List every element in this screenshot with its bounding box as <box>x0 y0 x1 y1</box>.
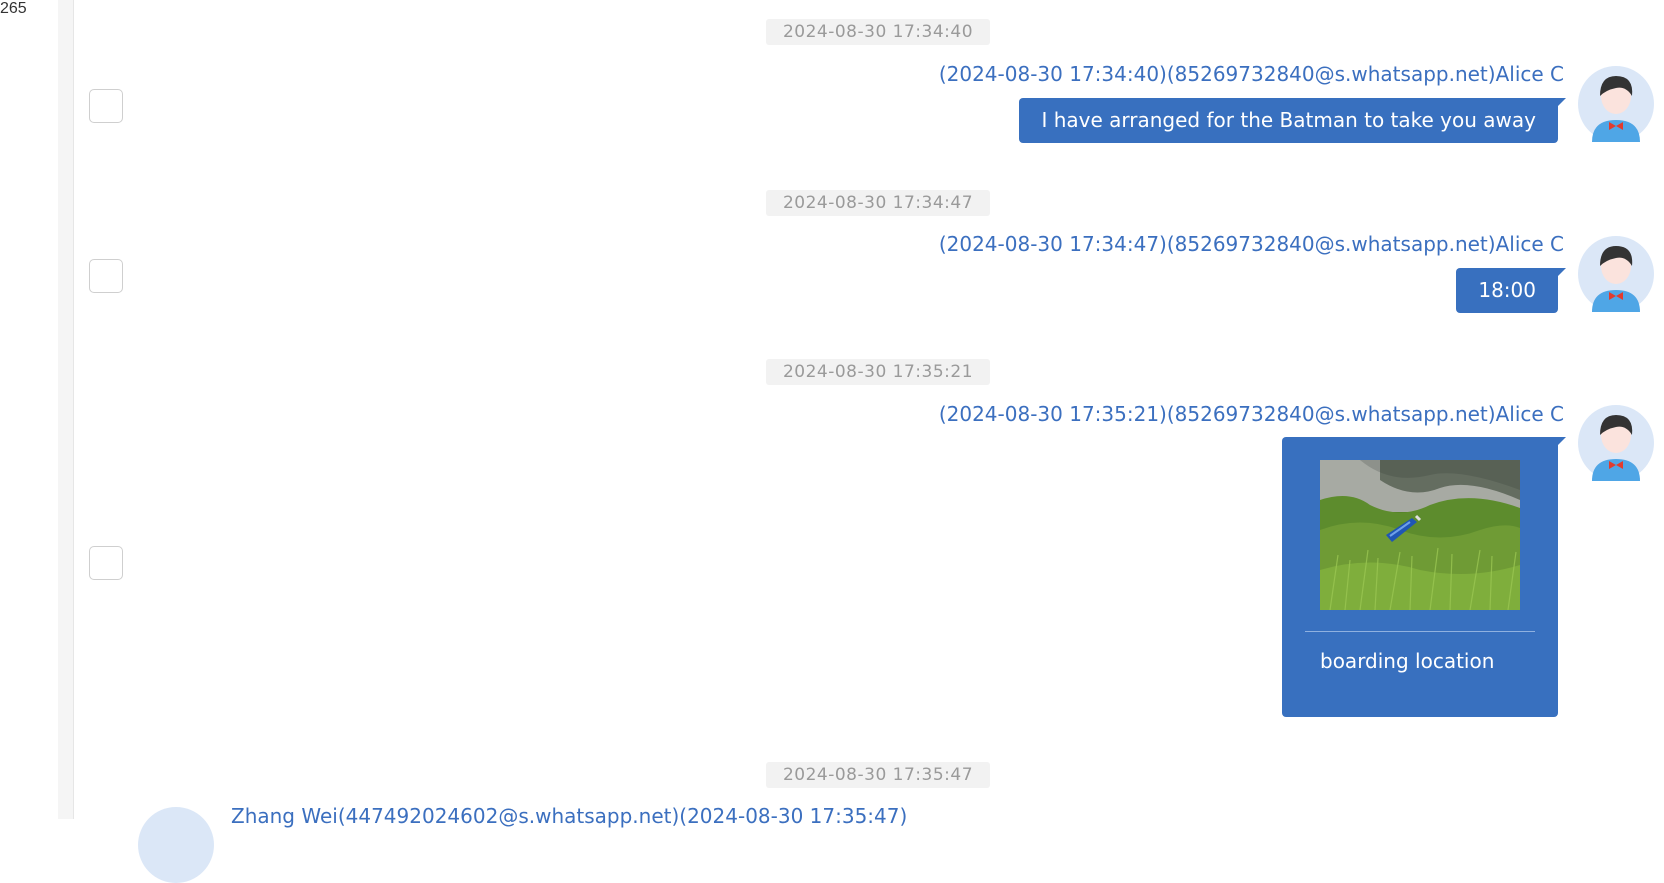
left-panel: 265 <box>0 0 58 819</box>
message-sender-meta: Zhang Wei(447492024602@s.whatsapp.net)(2… <box>231 804 908 828</box>
message-select-checkbox[interactable] <box>89 89 123 123</box>
message-text: I have arranged for the Batman to take y… <box>1041 108 1536 132</box>
conversation-count: 265 <box>0 0 27 17</box>
avatar-icon[interactable] <box>138 807 214 883</box>
message-sender-meta: (2024-08-30 17:35:21)(85269732840@s.what… <box>938 402 1564 426</box>
panel-divider[interactable] <box>58 0 74 819</box>
caption-divider <box>1305 631 1535 632</box>
image-message-bubble[interactable]: boarding location <box>1282 437 1566 717</box>
message-sender-meta: (2024-08-30 17:34:47)(85269732840@s.what… <box>938 232 1564 256</box>
message-timestamp: 2024-08-30 17:34:40 <box>766 19 990 45</box>
message-text: 18:00 <box>1478 278 1536 302</box>
message-select-checkbox[interactable] <box>89 546 123 580</box>
message-bubble[interactable]: I have arranged for the Batman to take y… <box>1019 98 1566 143</box>
message-sender-meta: (2024-08-30 17:34:40)(85269732840@s.what… <box>938 62 1564 86</box>
avatar-icon[interactable] <box>1578 66 1654 142</box>
message-timestamp: 2024-08-30 17:35:21 <box>766 359 990 385</box>
message-bubble[interactable]: 18:00 <box>1456 268 1566 313</box>
image-caption: boarding location <box>1320 649 1495 673</box>
message-select-checkbox[interactable] <box>89 259 123 293</box>
attached-photo[interactable] <box>1320 460 1520 610</box>
message-timestamp: 2024-08-30 17:35:47 <box>766 762 990 788</box>
avatar-icon[interactable] <box>1578 405 1654 481</box>
avatar-icon[interactable] <box>1578 236 1654 312</box>
message-timestamp: 2024-08-30 17:34:47 <box>766 190 990 216</box>
